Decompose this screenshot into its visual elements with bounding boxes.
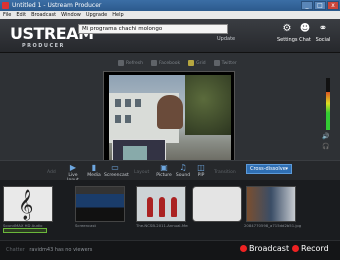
social-label: Social — [315, 37, 331, 43]
audio-level-bar — [3, 228, 47, 233]
screencast-label: Screencast — [104, 173, 129, 178]
menu-edit[interactable]: Edit — [16, 11, 26, 19]
overlay-twitter[interactable]: Twitter — [213, 60, 237, 66]
overlay-grid[interactable]: Grid — [188, 60, 206, 66]
media-item-image[interactable] — [246, 186, 296, 222]
facebook-icon — [151, 60, 157, 66]
media-item-blank[interactable] — [192, 186, 242, 222]
overlay-label: Grid — [196, 60, 206, 66]
record-button[interactable]: Record — [292, 244, 329, 253]
producer-logo-text: PRODUCER — [22, 43, 65, 49]
broadcast-button[interactable]: Broadcast — [240, 244, 289, 253]
record-label: Record — [301, 244, 329, 253]
pip-icon: ◫ — [197, 163, 205, 172]
title-bar: Untitled 1 - Ustream Producer _ □ x — [0, 0, 340, 11]
menu-broadcast[interactable]: Broadcast — [31, 11, 56, 19]
transition-value: Cross-dissolve — [250, 166, 286, 172]
layout-section-label: Layout — [134, 170, 150, 175]
media-label: The-NCSB-2011-Annual-Merit-Awards-2011-1… — [136, 223, 188, 228]
media-label: Media — [87, 173, 101, 178]
gear-icon: ⚙ — [282, 23, 292, 34]
media-item-audio[interactable]: 𝄞 — [3, 186, 53, 222]
stage-area: Refresh Facebook Grid Twitter 🔊 🎧 — [0, 53, 340, 171]
preview-scene — [109, 75, 231, 169]
menu-file[interactable]: File — [3, 11, 11, 19]
media-item-screencast[interactable] — [75, 186, 125, 222]
chat-button[interactable]: ☻ Chat — [295, 23, 315, 43]
menu-window[interactable]: Window — [61, 11, 81, 19]
status-message: ravidm43 has no viewers — [29, 247, 93, 253]
pip-button[interactable]: ◫ PIP — [190, 162, 212, 178]
overlay-bar: Refresh Facebook Grid Twitter — [118, 60, 237, 66]
menu-bar: File Edit Broadcast Window Upgrade Help — [0, 11, 340, 19]
settings-button[interactable]: ⚙ Settings — [277, 23, 298, 43]
media-label: Screencast — [75, 223, 96, 228]
close-button[interactable]: x — [327, 1, 339, 10]
maximize-button[interactable]: □ — [314, 1, 326, 10]
update-button[interactable]: Update — [217, 36, 235, 42]
header: USTREAM PRODUCER Mi programa chachi molo… — [0, 19, 340, 53]
preview-person — [157, 95, 183, 129]
overlay-label: Twitter — [221, 60, 237, 66]
chat-label: Chat — [299, 37, 311, 43]
grid-icon — [188, 60, 195, 66]
video-preview[interactable] — [103, 71, 235, 171]
menu-help[interactable]: Help — [112, 11, 123, 19]
overlay-label: Refresh — [126, 60, 143, 66]
app-window: Untitled 1 - Ustream Producer _ □ x File… — [0, 0, 340, 260]
minimize-button[interactable]: _ — [301, 1, 313, 10]
picture-label: Picture — [156, 173, 172, 178]
status-text: Chatter ravidm43 has no viewers — [6, 247, 92, 253]
media-icon: ▮ — [91, 163, 97, 172]
media-button[interactable]: ▮ Media — [83, 162, 105, 178]
menu-upgrade[interactable]: Upgrade — [86, 11, 107, 19]
status-label: Chatter — [6, 247, 25, 253]
show-title-input[interactable]: Mi programa chachi molongo — [78, 24, 228, 34]
social-button[interactable]: ⚭ Social — [313, 23, 333, 43]
add-section-label: Add — [47, 170, 56, 175]
transition-section-label: Transition — [214, 170, 236, 175]
broadcast-icon — [240, 245, 247, 252]
audio-level-meter[interactable] — [326, 78, 330, 130]
sound-label: Sound — [175, 173, 191, 178]
preview-tree — [185, 75, 231, 135]
chevron-down-icon: ▾ — [285, 166, 288, 172]
refresh-icon — [118, 60, 124, 66]
record-icon — [292, 245, 299, 252]
transition-select[interactable]: Cross-dissolve ▾ — [246, 164, 292, 174]
treble-clef-icon: 𝄞 — [18, 190, 34, 220]
monitor-icon: ▭ — [111, 163, 119, 172]
social-icon: ⚭ — [318, 23, 328, 34]
chat-icon: ☻ — [299, 23, 311, 34]
bottom-bar: Chatter ravidm43 has no viewers Broadcas… — [0, 240, 340, 260]
headphones-icon[interactable]: 🎧 — [322, 143, 329, 150]
source-toolbar: Add ▶Live Input ▮Media ▭Screencast Layou… — [0, 160, 340, 183]
overlay-label: Facebook — [159, 60, 181, 66]
app-icon — [2, 2, 9, 9]
media-label: 2084770598_a715dd2b51.jpg — [244, 223, 302, 228]
screencast-button[interactable]: ▭ Screencast — [104, 162, 129, 178]
broadcast-label: Broadcast — [249, 244, 290, 253]
overlay-refresh[interactable]: Refresh — [118, 60, 143, 66]
media-strip: 𝄞 SoundMAX HD Audio Screencast The-NCSB-… — [0, 180, 340, 240]
twitter-icon — [213, 60, 220, 66]
overlay-facebook[interactable]: Facebook — [151, 60, 180, 66]
window-title: Untitled 1 - Ustream Producer — [12, 2, 102, 9]
pip-label: PIP — [197, 173, 205, 178]
volume-icon[interactable]: 🔊 — [322, 133, 329, 140]
camera-icon: ▶ — [69, 163, 77, 172]
media-item-video[interactable] — [136, 186, 186, 222]
